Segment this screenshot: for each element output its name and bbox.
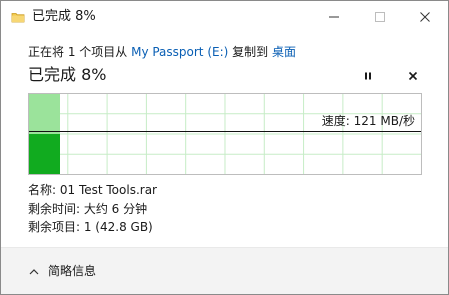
- dialog-footer: 简略信息: [1, 248, 448, 294]
- stop-icon: [408, 66, 418, 85]
- current-speed-line: [29, 131, 421, 132]
- transfer-speed-graph: 速度: 121 MB/秒: [28, 93, 422, 175]
- source-location-link[interactable]: My Passport (E:): [131, 45, 228, 59]
- progress-heading: 已完成 8%: [28, 65, 107, 84]
- minimize-button[interactable]: [311, 1, 357, 31]
- copy-folder-icon: [11, 9, 25, 23]
- pause-button[interactable]: [358, 65, 378, 85]
- speed-history-fill: [29, 134, 61, 174]
- close-window-button[interactable]: [402, 1, 448, 31]
- copy-prefix-text: 正在将 1 个项目从: [28, 45, 132, 59]
- items-remaining: 剩余项目: 1 (42.8 GB): [28, 220, 153, 234]
- cancel-copy-button[interactable]: [403, 65, 423, 85]
- minimize-icon: [329, 7, 339, 26]
- window-title: 已完成 8%: [32, 9, 96, 24]
- fewer-details-toggle[interactable]: 简略信息: [29, 263, 96, 279]
- maximize-icon: [375, 7, 385, 26]
- file-copy-dialog: 已完成 8% 正在将 1 个项目从 My Passport (E:) 复制到 桌…: [0, 0, 449, 295]
- destination-location-link[interactable]: 桌面: [272, 45, 296, 59]
- maximize-button[interactable]: [357, 1, 403, 31]
- file-name: 名称: 01 Test Tools.rar: [28, 183, 157, 197]
- transfer-details: 名称: 01 Test Tools.rar 剩余时间: 大约 6 分钟 剩余项目…: [28, 181, 157, 237]
- fewer-details-label: 简略信息: [48, 264, 97, 278]
- chevron-up-icon: [29, 263, 39, 279]
- copy-description: 正在将 1 个项目从 My Passport (E:) 复制到 桌面: [28, 44, 296, 60]
- copy-middle-text: 复制到: [228, 45, 272, 59]
- pause-icon: [363, 66, 373, 85]
- time-remaining: 剩余时间: 大约 6 分钟: [28, 201, 148, 216]
- speed-label: 速度: 121 MB/秒: [321, 114, 415, 128]
- title-bar[interactable]: 已完成 8%: [1, 1, 448, 33]
- close-icon: [420, 7, 430, 26]
